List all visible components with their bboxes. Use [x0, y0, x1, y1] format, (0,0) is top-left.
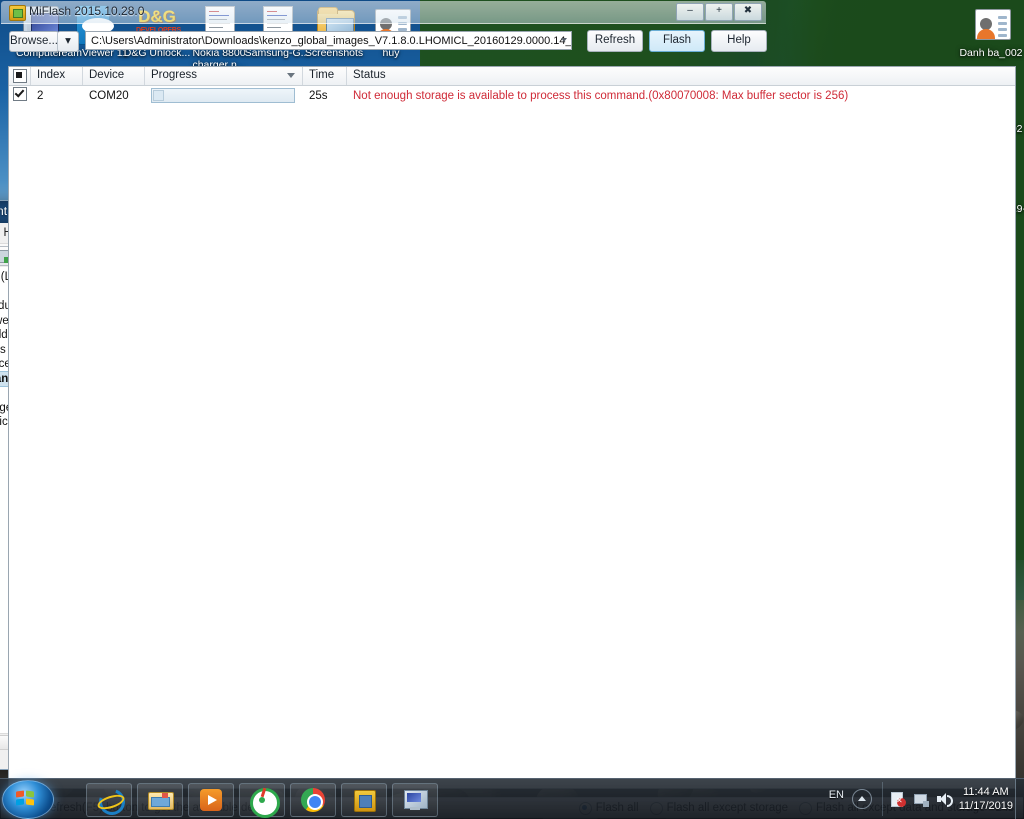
taskbar-button-internet-explorer[interactable]	[86, 783, 132, 819]
media-player-icon	[198, 787, 224, 813]
computer-management-title: er Management	[0, 204, 8, 218]
miflash-window[interactable]: MiFlash 2015.10.28.0 – + ✖ Browse... ▾ C…	[0, 0, 1023, 818]
flash-button[interactable]: Flash	[649, 30, 705, 52]
device-row[interactable]: 2 COM20 25s Not enough storage is available…	[9, 86, 1015, 105]
windows-explorer-icon	[147, 787, 174, 813]
cell-status: Not enough storage is available to proce…	[353, 89, 849, 102]
cell-progress	[145, 88, 303, 103]
internet-explorer-icon	[94, 784, 130, 819]
desktop-icon-danh-ba-002[interactable]: Danh ba_002	[954, 4, 1024, 59]
start-button[interactable]	[2, 780, 54, 819]
close-button[interactable]: ✖	[734, 3, 762, 21]
miflash-titlebar[interactable]: MiFlash 2015.10.28.0 – + ✖	[1, 1, 766, 24]
computer-management-icon	[402, 787, 428, 813]
select-all-checkbox[interactable]	[13, 69, 27, 83]
sort-descending-icon	[287, 73, 295, 78]
taskbar-button-google-chrome[interactable]	[290, 783, 336, 817]
maximize-button[interactable]: +	[705, 3, 733, 21]
select-all-checkbox-header[interactable]	[9, 67, 31, 85]
minimize-button[interactable]: –	[676, 3, 704, 21]
taskbar-button-miflash[interactable]	[341, 783, 387, 817]
show-desktop-button[interactable]	[1015, 779, 1024, 819]
taskbar-clock[interactable]: 11:44 AM 11/17/2019	[959, 785, 1013, 813]
network-icon[interactable]	[913, 791, 929, 807]
browse-button[interactable]: Browse...	[9, 31, 59, 52]
cell-time: 25s	[309, 89, 328, 102]
row-checkbox[interactable]	[13, 87, 27, 101]
device-grid-rows: 2 COM20 25s Not enough storage is available…	[9, 86, 1015, 105]
miflash-toolbar: Browse... ▾ C:\Users\Administrator\Downl…	[1, 24, 767, 58]
refresh-button[interactable]: Refresh	[587, 30, 643, 52]
google-chrome-icon	[300, 787, 326, 813]
action-center-icon[interactable]: ✕	[890, 791, 906, 807]
miflash-icon	[351, 787, 377, 813]
show-hidden-icons-button[interactable]	[852, 789, 872, 809]
taskbar-button-nero-burn[interactable]	[239, 783, 285, 818]
nero-burn-icon	[249, 787, 280, 818]
column-progress[interactable]: Progress	[145, 67, 303, 85]
clock-date: 11/17/2019	[958, 800, 1013, 812]
help-button[interactable]: Help	[711, 30, 767, 52]
column-status[interactable]: Status	[347, 67, 1015, 85]
column-progress-label: Progress	[151, 69, 198, 81]
windows-logo-icon	[16, 790, 36, 807]
progress-bar	[151, 88, 295, 103]
system-tray[interactable]: ✕ 11:44 AM 11/17/2019	[881, 782, 1020, 816]
taskbar-button-media-player[interactable]	[188, 783, 234, 817]
taskbar-button-computer-management[interactable]	[392, 783, 438, 817]
language-indicator[interactable]: EN	[829, 789, 844, 801]
row-checkbox-cell[interactable]	[9, 87, 31, 104]
taskbar-button-windows-explorer[interactable]	[137, 783, 183, 817]
column-index[interactable]: Index	[31, 67, 83, 85]
clock-time: 11:44 AM	[963, 786, 1009, 798]
miflash-title: MiFlash 2015.10.28.0	[29, 4, 145, 18]
taskbar[interactable]: EN ✕ 11:44 AM 11/17/2019	[0, 778, 1024, 819]
chevron-down-icon[interactable]	[561, 38, 567, 42]
browse-dropdown-arrow[interactable]: ▾	[57, 31, 79, 52]
column-device[interactable]: Device	[83, 67, 145, 85]
volume-icon[interactable]	[936, 791, 953, 807]
column-time[interactable]: Time	[303, 67, 347, 85]
device-grid-header: Index Device Progress Time Status	[9, 67, 1015, 86]
miflash-app-icon	[9, 5, 26, 21]
firmware-path-value: C:\Users\Administrator\Downloads\kenzo_g…	[91, 35, 572, 47]
firmware-path-input[interactable]: C:\Users\Administrator\Downloads\kenzo_g…	[85, 31, 572, 50]
cell-device: COM20	[89, 89, 129, 102]
cell-index: 2	[37, 89, 44, 102]
contact-card-icon	[970, 4, 1012, 44]
device-grid[interactable]: Index Device Progress Time Status 2 COM20…	[8, 66, 1016, 789]
